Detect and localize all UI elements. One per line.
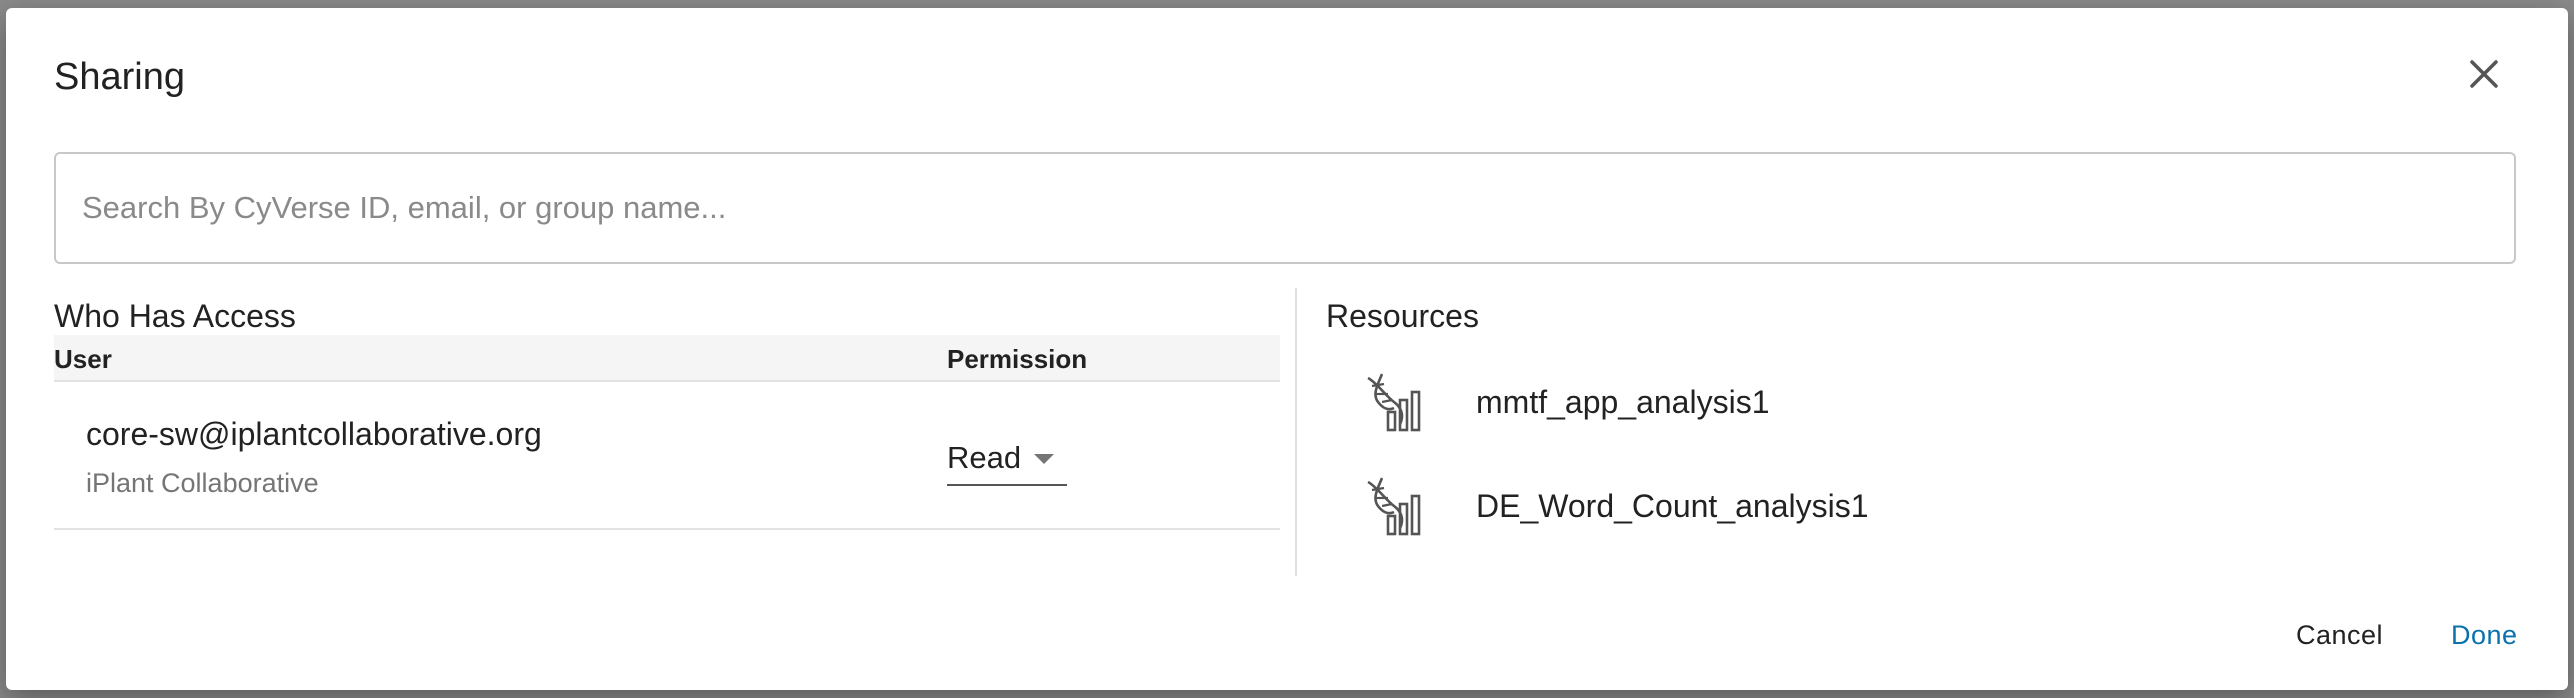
close-icon <box>2470 60 2498 88</box>
resources-panel: Resources mmtf_app_analysis1 DE_Word_Cou… <box>1326 288 2516 578</box>
access-table-header: User Permission <box>54 335 1280 382</box>
who-has-access-heading: Who Has Access <box>54 298 296 334</box>
resource-name: DE_Word_Count_analysis1 <box>1476 488 1869 524</box>
user-id: core-sw@iplantcollaborative.org <box>86 416 542 452</box>
permission-value: Read <box>947 440 1022 475</box>
column-header-permission: Permission <box>947 344 1088 374</box>
dialog-title: Sharing <box>54 56 185 98</box>
column-header-user: User <box>54 344 112 374</box>
resource-item: DE_Word_Count_analysis1 <box>1326 468 2516 548</box>
permission-select[interactable]: Read <box>947 436 1067 486</box>
done-button[interactable]: Done <box>2451 620 2518 651</box>
analysis-icon <box>1367 477 1421 536</box>
analysis-icon <box>1367 373 1421 432</box>
resource-item: mmtf_app_analysis1 <box>1326 364 2516 444</box>
who-has-access-panel: Who Has Access User Permission core-sw@i… <box>54 288 1280 578</box>
cancel-button[interactable]: Cancel <box>2296 620 2383 651</box>
close-button[interactable] <box>2464 54 2504 94</box>
search-input[interactable] <box>56 154 2514 262</box>
panel-divider <box>1295 288 1297 576</box>
sharing-dialog: Sharing Who Has Access User Permission c… <box>6 8 2568 690</box>
resources-heading: Resources <box>1326 298 1479 334</box>
search-field <box>54 152 2516 264</box>
chevron-down-icon <box>1034 454 1054 464</box>
table-row: core-sw@iplantcollaborative.org iPlant C… <box>54 384 1280 530</box>
user-organization: iPlant Collaborative <box>86 468 319 498</box>
resource-name: mmtf_app_analysis1 <box>1476 384 1770 420</box>
